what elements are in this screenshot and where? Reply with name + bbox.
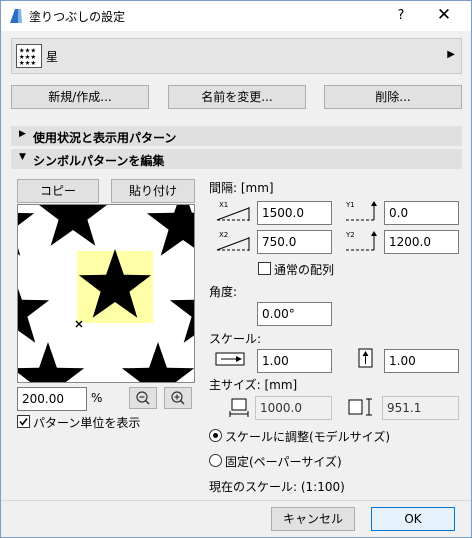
y1-spacing-icon: Y1 (345, 201, 377, 221)
x2-spacing-icon: X2 (216, 231, 250, 251)
fixed-size-radio[interactable] (209, 454, 222, 467)
zoom-unit: % (91, 391, 103, 405)
paste-button[interactable]: 貼り付け (111, 179, 195, 203)
svg-text:★★★: ★★★ (19, 59, 36, 67)
horizontal-scale-input[interactable]: 1.00 (257, 349, 332, 373)
zoom-out-button[interactable] (129, 387, 157, 409)
footer-divider (1, 500, 471, 501)
vertical-scale-input[interactable]: 1.00 (384, 349, 459, 373)
chevron-right-icon: ▶ (447, 49, 455, 60)
fill-settings-dialog: 塗りつぶしの設定 ? ✕ ★★★ ★★★ ★★★ 星 ▶ 新規/作成... 名前を変… (0, 0, 472, 538)
horizontal-scale-icon (215, 352, 245, 366)
fill-name: 星 (46, 50, 59, 64)
show-pattern-unit-checkbox[interactable] (17, 415, 30, 428)
svg-text:Y2: Y2 (345, 231, 355, 239)
fixed-size-label: 固定(ペーパーサイズ) (225, 455, 342, 469)
fit-to-scale-label: スケールに調整(モデルサイズ) (225, 430, 391, 444)
fit-to-scale-radio[interactable] (209, 429, 222, 442)
star-fill-swatch-icon: ★★★★★★★★★ (16, 44, 42, 68)
angle-input[interactable]: 0.00° (257, 302, 332, 326)
y1-spacing-input[interactable]: 0.0 (384, 201, 459, 225)
current-scale-label: 現在のスケール: (1:100) (209, 480, 345, 494)
zoom-in-button[interactable] (164, 387, 192, 409)
triangle-right-icon: ▶ (19, 129, 26, 139)
svg-text:Y1: Y1 (345, 201, 355, 209)
regular-array-checkbox[interactable] (258, 262, 271, 275)
delete-button[interactable]: 削除... (324, 85, 462, 109)
svg-text:X1: X1 (219, 201, 228, 209)
zoom-out-icon (136, 391, 150, 405)
main-height-value: 951.1 (382, 396, 459, 420)
usage-section-label: 使用状況と表示用パターン (33, 131, 177, 145)
zoom-in-icon (171, 391, 185, 405)
copy-button[interactable]: コピー (17, 179, 99, 203)
symbol-section-header[interactable]: ▼ シンボルパターンを編集 (11, 149, 462, 169)
scale-label: スケール: (209, 332, 262, 346)
spacing-label: 間隔: [mm] (209, 181, 274, 195)
title-bar: 塗りつぶしの設定 ? ✕ (1, 1, 471, 31)
new-button[interactable]: 新規/作成... (11, 85, 149, 109)
svg-text:X2: X2 (219, 231, 228, 239)
y2-spacing-input[interactable]: 1200.0 (384, 230, 459, 254)
x1-spacing-icon: X1 (216, 201, 250, 221)
regular-array-label: 通常の配列 (274, 263, 335, 277)
archicad-app-icon (10, 9, 22, 23)
usage-section-header[interactable]: ▶ 使用状況と表示用パターン (11, 126, 462, 146)
rename-button[interactable]: 名前を変更... (168, 85, 306, 109)
symbol-section-label: シンボルパターンを編集 (33, 154, 165, 168)
fill-selector[interactable]: ★★★ ★★★ ★★★ 星 ▶ (11, 38, 462, 74)
pattern-preview-canvas (18, 205, 194, 382)
ok-button[interactable]: OK (371, 507, 455, 531)
triangle-down-icon: ▼ (19, 152, 26, 162)
main-size-label: 主サイズ: [mm] (209, 378, 298, 392)
close-button[interactable]: ✕ (426, 4, 462, 28)
star-pattern (18, 205, 194, 382)
y2-spacing-icon: Y2 (345, 231, 377, 251)
cancel-button[interactable]: キャンセル (271, 507, 355, 531)
pattern-preview[interactable] (17, 204, 195, 383)
checkmark-icon (19, 418, 28, 426)
width-size-icon (229, 398, 249, 417)
vertical-scale-icon (358, 348, 373, 368)
x1-spacing-input[interactable]: 1500.0 (257, 201, 332, 225)
window-title: 塗りつぶしの設定 (29, 10, 126, 24)
zoom-input[interactable]: 200.00 (17, 387, 87, 411)
x2-spacing-input[interactable]: 750.0 (257, 230, 332, 254)
height-size-icon (348, 398, 372, 416)
show-pattern-unit-label: パターン単位を表示 (33, 416, 141, 430)
main-width-value: 1000.0 (255, 396, 332, 420)
help-button[interactable]: ? (386, 4, 416, 28)
angle-label: 角度: (209, 285, 238, 299)
